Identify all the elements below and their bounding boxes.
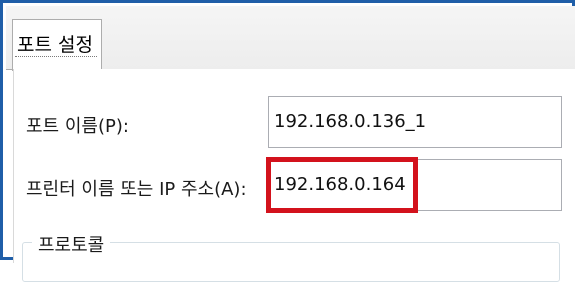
port-name-field[interactable]: 192.168.0.136_1 — [268, 96, 562, 148]
tab-port-settings-label: 포트 설정 — [17, 34, 93, 56]
tab-port-settings[interactable]: 포트 설정 — [12, 19, 102, 71]
tab-focus-indicator — [15, 56, 97, 58]
tab-strip: 포트 설정 — [6, 6, 575, 71]
port-name-label: 포트 이름(P): — [26, 116, 129, 137]
protocol-group-title: 프로토콜 — [32, 231, 111, 257]
printer-name-label: 프린터 이름 또는 IP 주소(A): — [26, 179, 247, 200]
printer-address-field[interactable]: 192.168.0.164 — [268, 159, 562, 211]
